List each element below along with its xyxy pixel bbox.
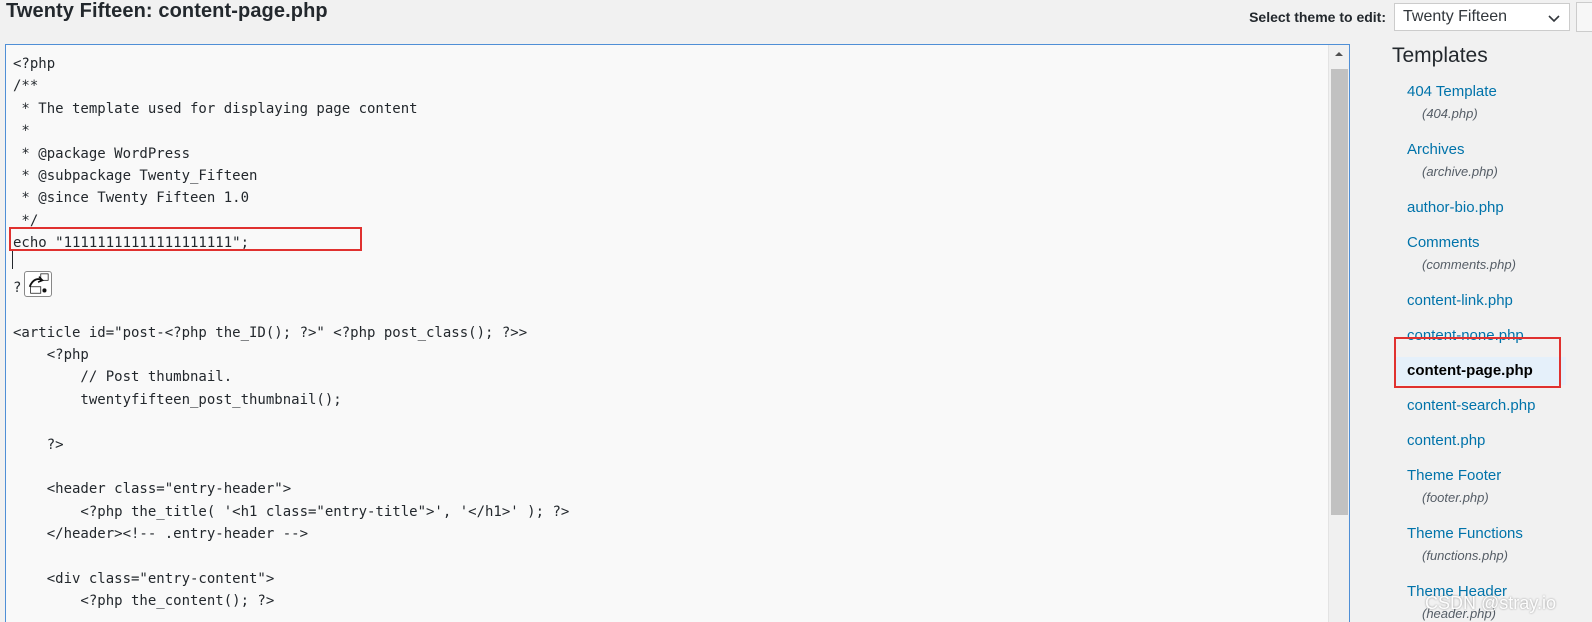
template-name-link[interactable]: 404 Template [1407, 82, 1566, 102]
template-name-link[interactable]: author-bio.php [1407, 198, 1566, 218]
template-name-link[interactable]: content.php [1407, 431, 1566, 451]
template-item[interactable]: Theme Footer (footer.php) [1394, 462, 1566, 512]
code-line[interactable]: */ [13, 210, 569, 232]
scroll-thumb[interactable] [1331, 69, 1348, 515]
code-line[interactable]: <header class="entry-header"> [13, 478, 569, 500]
template-filename: (archive.php) [1422, 164, 1498, 179]
template-item[interactable]: content-page.php [1394, 357, 1566, 385]
code-line[interactable] [13, 456, 569, 478]
template-item[interactable]: content-link.php [1394, 287, 1566, 315]
code-line[interactable]: * The template used for displaying page … [13, 98, 569, 120]
template-item[interactable]: content-search.php [1394, 392, 1566, 420]
code-line[interactable] [13, 299, 569, 321]
template-name-link[interactable]: content-none.php [1407, 326, 1566, 346]
theme-select-label: Select theme to edit: [1249, 9, 1386, 25]
template-name-link[interactable]: Theme Functions [1407, 524, 1566, 544]
code-line[interactable]: * @since Twenty Fifteen 1.0 [13, 187, 569, 209]
templates-sidebar: Templates 404 Template (404.php) Archives (… [1390, 40, 1592, 622]
watermark: CSDN @stray.io [1425, 593, 1556, 613]
templates-heading: Templates [1392, 44, 1488, 67]
template-item[interactable]: content-none.php [1394, 322, 1566, 350]
select-button[interactable] [1576, 2, 1592, 32]
code-line[interactable]: <?php the_title( '<h1 class="entry-title… [13, 501, 569, 523]
template-item[interactable]: Archives (archive.php) [1394, 136, 1566, 186]
scroll-up-arrow-icon[interactable] [1329, 45, 1349, 63]
template-item[interactable]: content.php [1394, 427, 1566, 455]
code-line[interactable] [13, 255, 569, 277]
template-filename: (functions.php) [1422, 548, 1508, 563]
code-line[interactable]: ?> [13, 434, 569, 456]
page-title: Twenty Fifteen: content-page.php [6, 0, 328, 22]
code-line[interactable]: * [13, 120, 569, 142]
code-line[interactable]: * @package WordPress [13, 143, 569, 165]
code-line[interactable]: twentyfifteen_post_thumbnail(); [13, 389, 569, 411]
template-filename: (404.php) [1422, 106, 1478, 121]
template-name-link[interactable]: Theme Footer [1407, 466, 1566, 486]
template-filename: (comments.php) [1422, 257, 1516, 272]
editor-scrollbar[interactable] [1328, 45, 1349, 622]
code-line[interactable]: * @subpackage Twenty_Fifteen [13, 165, 569, 187]
code-line[interactable]: <?php [13, 344, 569, 366]
theme-select-value: Twenty Fifteen [1403, 8, 1508, 25]
code-line[interactable]: </header><!-- .entry-header --> [13, 523, 569, 545]
code-line[interactable]: echo "11111111111111111111"; [13, 232, 569, 254]
template-name-link[interactable]: content-page.php [1407, 361, 1566, 381]
code-text[interactable]: <?php/** * The template used for display… [13, 53, 569, 613]
code-line[interactable]: <?php [13, 53, 569, 75]
template-name-link[interactable]: Comments [1407, 233, 1566, 253]
template-item[interactable]: author-bio.php [1394, 194, 1566, 222]
template-item[interactable]: Comments (comments.php) [1394, 229, 1566, 279]
code-line[interactable]: <?php the_content(); ?> [13, 590, 569, 612]
template-item[interactable]: Theme Functions (functions.php) [1394, 520, 1566, 570]
template-item[interactable]: 404 Template (404.php) [1394, 78, 1566, 128]
code-line[interactable]: <article id="post-<?php the_ID(); ?>" <?… [13, 322, 569, 344]
text-caret [12, 251, 13, 269]
chevron-down-icon [1548, 15, 1560, 23]
code-line[interactable] [13, 411, 569, 433]
code-line[interactable]: <div class="entry-content"> [13, 568, 569, 590]
code-line[interactable]: /** [13, 75, 569, 97]
template-name-link[interactable]: content-link.php [1407, 291, 1566, 311]
code-line[interactable]: ? [13, 277, 569, 299]
template-name-link[interactable]: content-search.php [1407, 396, 1566, 416]
template-filename: (footer.php) [1422, 490, 1489, 505]
theme-select-area: Select theme to edit: Twenty Fifteen [1249, 2, 1592, 32]
ime-input-icon[interactable] [24, 271, 52, 297]
code-line[interactable] [13, 546, 569, 568]
code-editor[interactable]: <?php/** * The template used for display… [5, 44, 1350, 622]
template-name-link[interactable]: Archives [1407, 140, 1566, 160]
code-line[interactable]: // Post thumbnail. [13, 366, 569, 388]
theme-select-dropdown[interactable]: Twenty Fifteen [1394, 3, 1570, 31]
